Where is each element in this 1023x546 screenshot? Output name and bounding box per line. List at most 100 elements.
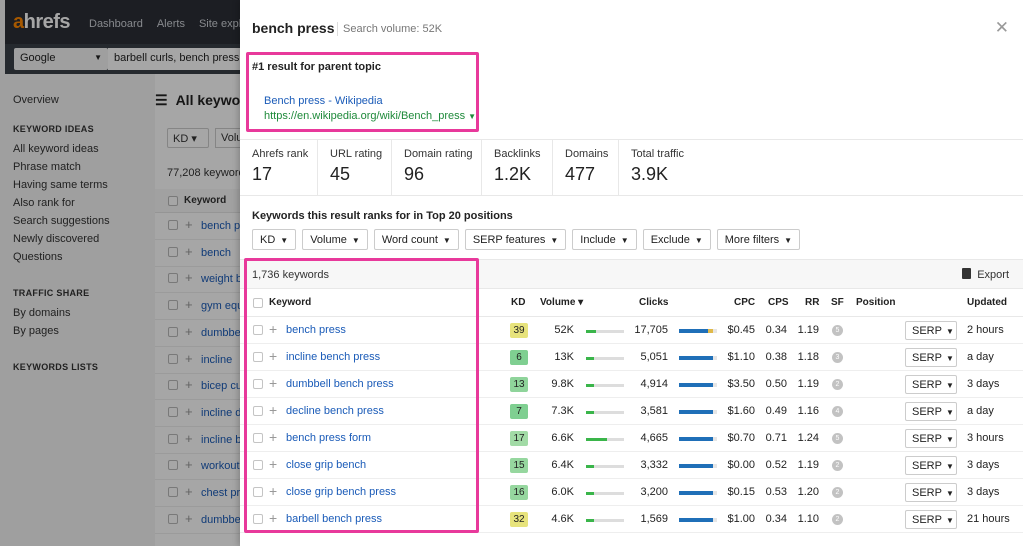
cps-value: 0.34 [765, 324, 787, 336]
metric-url-rating: URL rating 45 [318, 140, 392, 196]
caret-down-icon: ▼ [945, 489, 954, 498]
updated-value: a day [967, 405, 994, 417]
kd-badge: 32 [510, 512, 528, 527]
volume-value: 9.8K [551, 378, 574, 390]
clicks-value: 3,200 [640, 486, 668, 498]
serp-button[interactable]: SERP ▼ [905, 321, 957, 340]
clicks-bar [679, 329, 717, 333]
clicks-bar [679, 464, 717, 468]
filter-word-count[interactable]: Word count ▼ [373, 229, 459, 250]
metric-backlinks: Backlinks 1.2K [482, 140, 553, 196]
volume-value: 4.6K [551, 513, 574, 525]
serp-button[interactable]: SERP ▼ [905, 456, 957, 475]
volume-value: 7.3K [551, 405, 574, 417]
column-sf[interactable]: SF [831, 297, 844, 308]
serp-features-icon[interactable]: 2 [832, 514, 843, 525]
cpc-value: $0.70 [727, 432, 755, 444]
cpc-value: $3.50 [727, 378, 755, 390]
metrics-row: Ahrefs rank 17 URL rating 45 Domain rating… [240, 140, 1023, 196]
column-cpc[interactable]: CPC [734, 297, 755, 308]
volume-value: 6.6K [551, 432, 574, 444]
column-volume[interactable]: Volume ▾ [540, 297, 583, 308]
kd-badge: 17 [510, 431, 528, 446]
column-clicks[interactable]: Clicks [639, 297, 668, 308]
updated-value: 3 hours [967, 432, 1004, 444]
updated-value: 21 hours [967, 513, 1010, 525]
caret-down-icon: ▼ [620, 236, 629, 245]
highlight-parent-topic [246, 52, 479, 132]
export-button[interactable]: Export [962, 268, 1009, 281]
filter-exclude[interactable]: Exclude ▼ [642, 229, 711, 250]
column-position[interactable]: Position [856, 297, 895, 308]
volume-bar [586, 357, 624, 360]
caret-down-icon: ▼ [945, 408, 954, 417]
volume-bar [586, 492, 624, 495]
volume-bar [586, 384, 624, 387]
serp-features-icon[interactable]: 4 [832, 406, 843, 417]
volume-value: 6.4K [551, 459, 574, 471]
metric-ahrefs-rank: Ahrefs rank 17 [240, 140, 318, 196]
serp-button[interactable]: SERP ▼ [905, 348, 957, 367]
cpc-value: $1.10 [727, 351, 755, 363]
volume-value: 13K [554, 351, 574, 363]
updated-value: 3 days [967, 459, 1000, 471]
volume-value: 52K [554, 324, 574, 336]
filter-volume[interactable]: Volume ▼ [302, 229, 368, 250]
filter-more[interactable]: More filters ▼ [716, 229, 801, 250]
serp-features-icon[interactable]: 5 [832, 433, 843, 444]
caret-down-icon: ▼ [442, 236, 451, 245]
rr-value: 1.18 [797, 351, 819, 363]
close-icon[interactable]: ✕ [995, 18, 1009, 38]
caret-down-icon: ▼ [945, 462, 954, 471]
serp-features-icon[interactable]: 5 [832, 325, 843, 336]
cpc-value: $0.00 [727, 459, 755, 471]
metric-domains: Domains 477 [553, 140, 619, 196]
column-rr[interactable]: RR [805, 297, 819, 308]
serp-features-icon[interactable]: 3 [832, 352, 843, 363]
column-cps[interactable]: CPS [768, 297, 789, 308]
clicks-value: 1,569 [640, 513, 668, 525]
cpc-value: $0.15 [727, 486, 755, 498]
serp-features-icon[interactable]: 2 [832, 487, 843, 498]
kd-badge: 13 [510, 377, 528, 392]
caret-down-icon: ▼ [280, 236, 289, 245]
kd-badge: 16 [510, 485, 528, 500]
clicks-bar [679, 518, 717, 522]
serp-features-icon[interactable]: 2 [832, 379, 843, 390]
filter-include[interactable]: Include ▼ [572, 229, 637, 250]
volume-bar [586, 519, 624, 522]
serp-button[interactable]: SERP ▼ [905, 375, 957, 394]
cpc-value: $1.60 [727, 405, 755, 417]
metric-total-traffic: Total traffic 3.9K [631, 148, 684, 184]
volume-value: 6.0K [551, 486, 574, 498]
volume-bar [586, 438, 624, 441]
column-kd[interactable]: KD [511, 297, 525, 308]
volume-bar [586, 411, 624, 414]
serp-features-icon[interactable]: 2 [832, 460, 843, 471]
cps-value: 0.49 [765, 405, 787, 417]
cps-value: 0.50 [765, 378, 787, 390]
filter-serp-features[interactable]: SERP features ▼ [464, 229, 567, 250]
serp-button[interactable]: SERP ▼ [905, 510, 957, 529]
updated-value: 3 days [967, 378, 1000, 390]
serp-button[interactable]: SERP ▼ [905, 429, 957, 448]
serp-button[interactable]: SERP ▼ [905, 402, 957, 421]
caret-down-icon: ▼ [945, 516, 954, 525]
cps-value: 0.34 [765, 513, 787, 525]
metric-domain-rating: Domain rating 96 [392, 140, 482, 196]
caret-down-icon: ▼ [945, 354, 954, 363]
clicks-bar [679, 356, 717, 360]
updated-value: 2 hours [967, 324, 1004, 336]
clicks-bar [679, 491, 717, 495]
updated-value: a day [967, 351, 994, 363]
column-updated[interactable]: Updated [967, 297, 1007, 308]
clicks-value: 3,581 [640, 405, 668, 417]
caret-down-icon: ▼ [550, 236, 559, 245]
serp-button[interactable]: SERP ▼ [905, 483, 957, 502]
cpc-value: $1.00 [727, 513, 755, 525]
cps-value: 0.71 [765, 432, 787, 444]
clicks-value: 17,705 [634, 324, 668, 336]
cps-value: 0.38 [765, 351, 787, 363]
filter-kd[interactable]: KD ▼ [252, 229, 297, 250]
clicks-bar [679, 410, 717, 414]
